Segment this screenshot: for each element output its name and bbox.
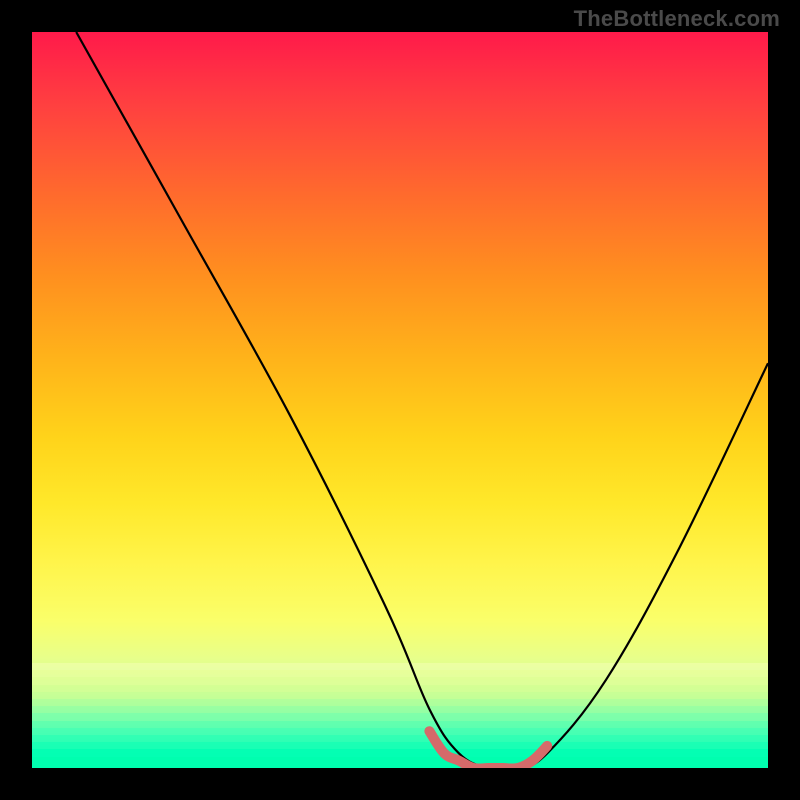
bottleneck-curve bbox=[76, 32, 768, 768]
optimal-region-marker bbox=[429, 731, 547, 768]
chart-frame: TheBottleneck.com bbox=[0, 0, 800, 800]
plot-area bbox=[32, 32, 768, 768]
watermark-text: TheBottleneck.com bbox=[574, 6, 780, 32]
bottleneck-curve-svg bbox=[32, 32, 768, 768]
